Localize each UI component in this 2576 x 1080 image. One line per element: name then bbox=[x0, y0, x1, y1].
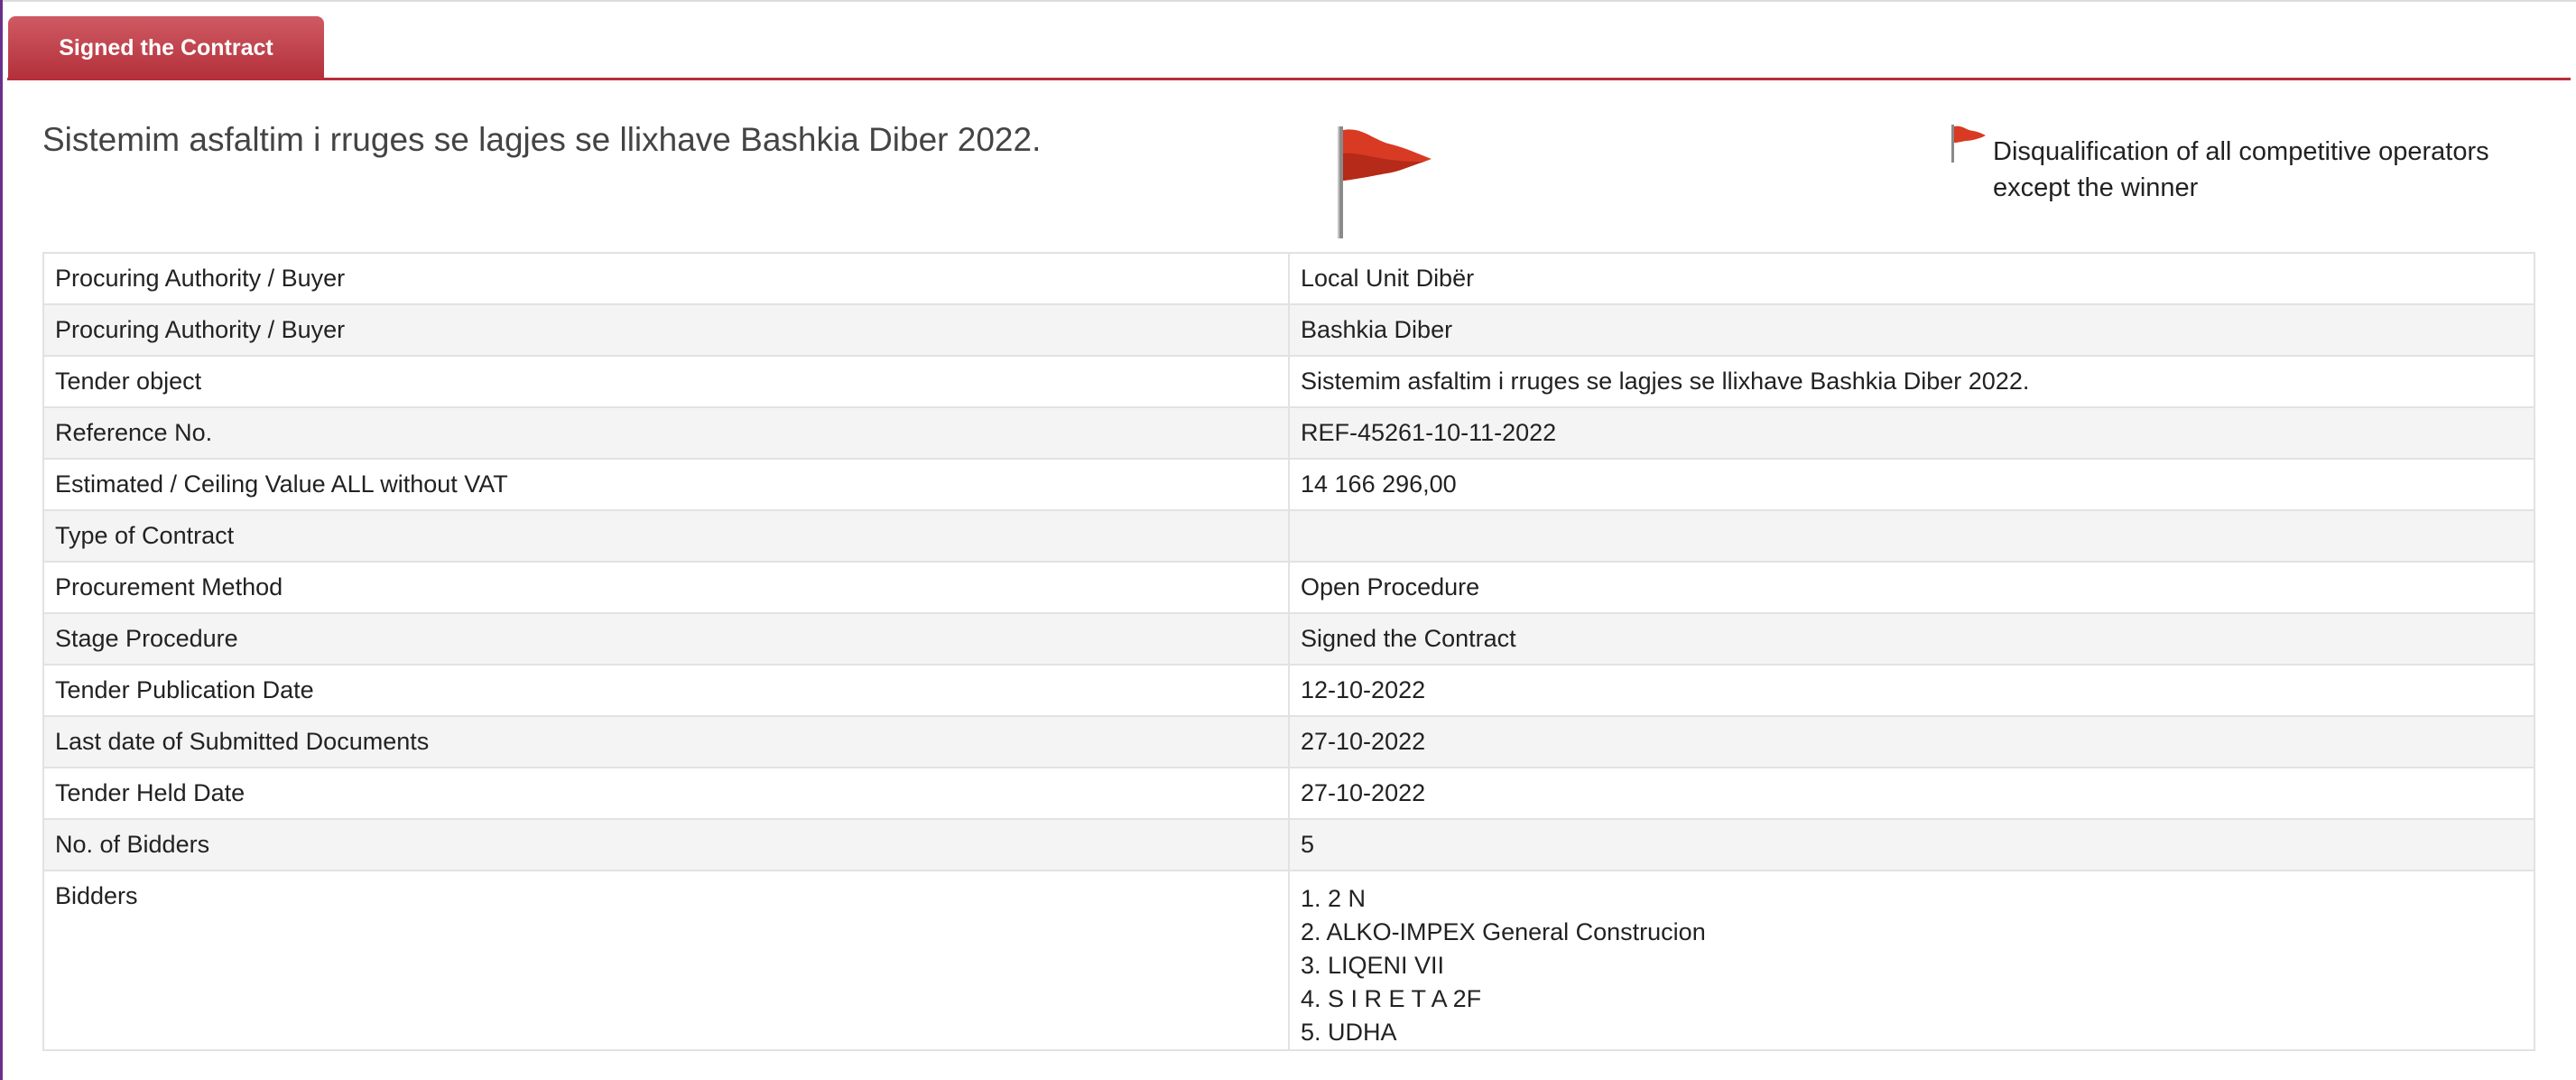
table-row: Procurement Method Open Procedure bbox=[42, 561, 2535, 614]
row-value bbox=[1288, 509, 2535, 563]
row-label: Estimated / Ceiling Value ALL without VA… bbox=[42, 458, 1290, 511]
row-label: Tender Publication Date bbox=[42, 664, 1290, 717]
row-value: 5 bbox=[1288, 818, 2535, 871]
window-left-border bbox=[0, 0, 3, 1080]
table-row: Last date of Submitted Documents 27-10-2… bbox=[42, 715, 2535, 768]
row-label: Stage Procedure bbox=[42, 612, 1290, 666]
row-label: Procurement Method bbox=[42, 561, 1290, 614]
row-value: 27-10-2022 bbox=[1288, 767, 2535, 820]
tab-underline bbox=[7, 78, 2571, 80]
table-row: Procuring Authority / Buyer Bashkia Dibe… bbox=[42, 303, 2535, 357]
bidder-list: 1. 2 N 2. ALKO-IMPEX General Construcion… bbox=[1301, 882, 2523, 1049]
list-item: 3. LIQENI VII bbox=[1301, 952, 1445, 979]
table-row: Estimated / Ceiling Value ALL without VA… bbox=[42, 458, 2535, 511]
row-value: 27-10-2022 bbox=[1288, 715, 2535, 768]
row-label: No. of Bidders bbox=[42, 818, 1290, 871]
bidders-value: 1. 2 N 2. ALKO-IMPEX General Construcion… bbox=[1288, 870, 2535, 1051]
table-row: Tender object Sistemim asfaltim i rruges… bbox=[42, 355, 2535, 408]
row-value: 14 166 296,00 bbox=[1288, 458, 2535, 511]
row-label: Reference No. bbox=[42, 406, 1290, 460]
table-row: Type of Contract bbox=[42, 509, 2535, 563]
table-row: Procuring Authority / Buyer Local Unit D… bbox=[42, 252, 2535, 305]
list-item: 2. ALKO-IMPEX General Construcion bbox=[1301, 918, 1706, 945]
window-top-border bbox=[0, 0, 2576, 2]
table-row: Tender Publication Date 12-10-2022 bbox=[42, 664, 2535, 717]
table-row: Stage Procedure Signed the Contract bbox=[42, 612, 2535, 666]
row-value: Bashkia Diber bbox=[1288, 303, 2535, 357]
table-row-bidders: Bidders 1. 2 N 2. ALKO-IMPEX General Con… bbox=[42, 870, 2535, 1051]
list-item: 5. UDHA bbox=[1301, 1019, 1397, 1046]
row-value: Open Procedure bbox=[1288, 561, 2535, 614]
row-label: Tender object bbox=[42, 355, 1290, 408]
row-label: Bidders bbox=[42, 870, 1290, 1051]
table-row: Reference No. REF-45261-10-11-2022 bbox=[42, 406, 2535, 460]
row-label: Type of Contract bbox=[42, 509, 1290, 563]
row-label: Procuring Authority / Buyer bbox=[42, 252, 1290, 305]
row-label: Last date of Submitted Documents bbox=[42, 715, 1290, 768]
table-row: No. of Bidders 5 bbox=[42, 818, 2535, 871]
row-value: Sistemim asfaltim i rruges se lagjes se … bbox=[1288, 355, 2535, 408]
small-red-flag-icon bbox=[1951, 125, 1986, 163]
tender-details-table: Procuring Authority / Buyer Local Unit D… bbox=[42, 252, 2535, 1051]
row-label: Procuring Authority / Buyer bbox=[42, 303, 1290, 357]
row-value: Signed the Contract bbox=[1288, 612, 2535, 666]
row-value: 12-10-2022 bbox=[1288, 664, 2535, 717]
tab-signed-the-contract[interactable]: Signed the Contract bbox=[8, 16, 324, 79]
list-item: 1. 2 N bbox=[1301, 885, 1367, 912]
row-value: REF-45261-10-11-2022 bbox=[1288, 406, 2535, 460]
row-label: Tender Held Date bbox=[42, 767, 1290, 820]
red-flag-icon bbox=[1338, 126, 1432, 238]
page-title: Sistemim asfaltim i rruges se lagjes se … bbox=[42, 121, 1042, 158]
table-row: Tender Held Date 27-10-2022 bbox=[42, 767, 2535, 820]
list-item: 4. S I R E T A 2F bbox=[1301, 985, 1482, 1012]
flag-note: Disqualification of all competitive oper… bbox=[1993, 137, 2489, 202]
row-value: Local Unit Dibër bbox=[1288, 252, 2535, 305]
